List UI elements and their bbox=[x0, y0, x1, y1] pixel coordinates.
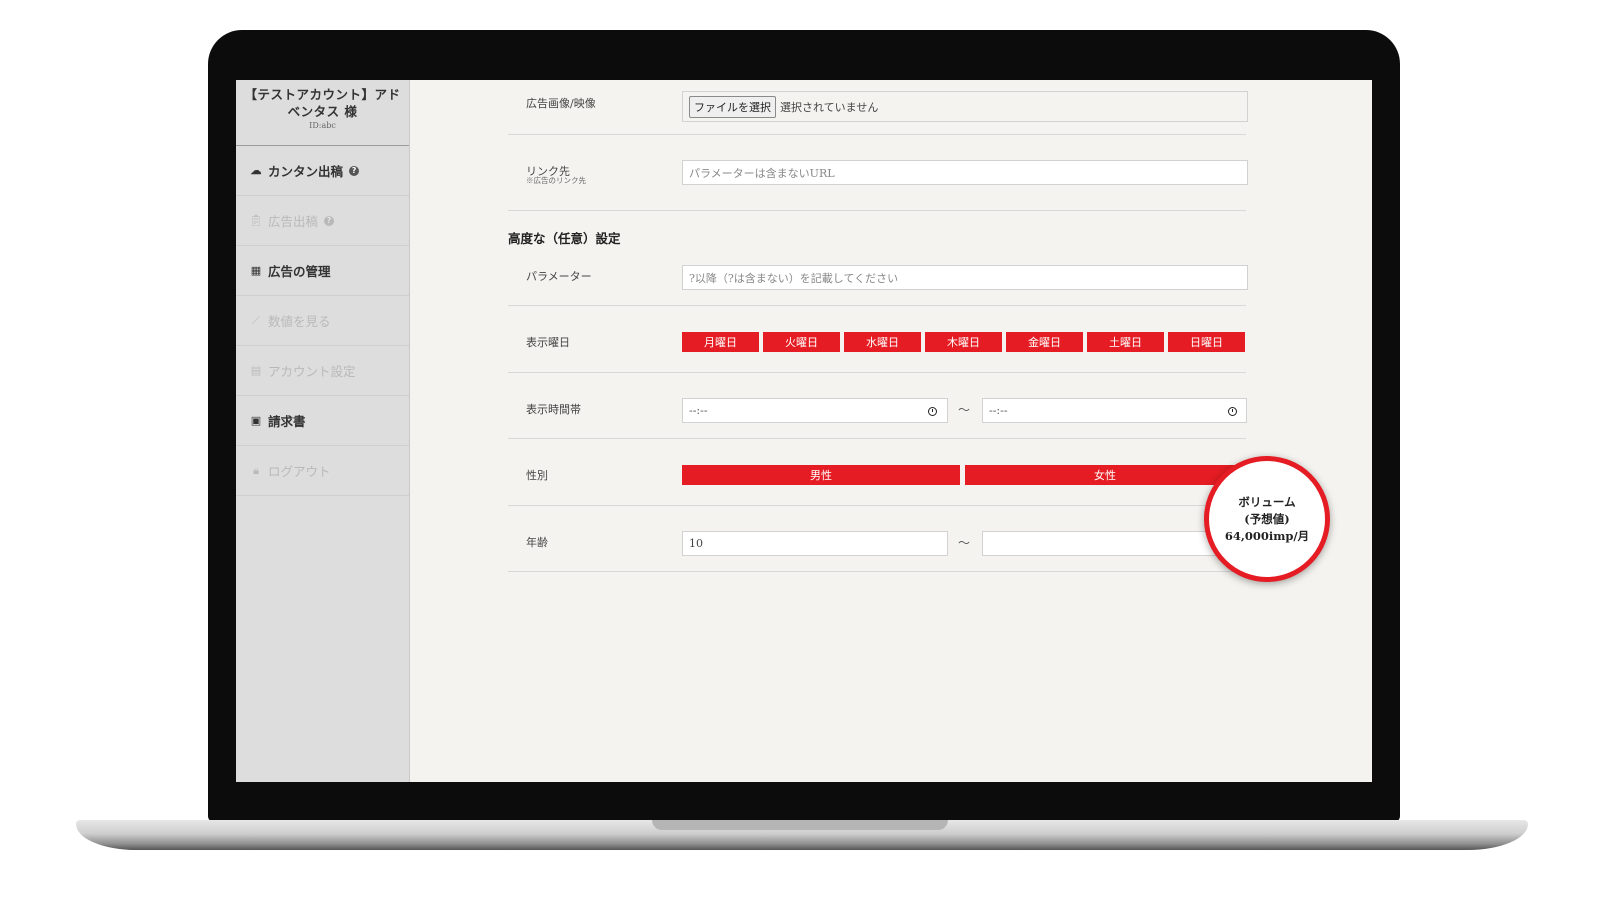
gender-button-male[interactable]: 男性 bbox=[682, 465, 960, 485]
ad-image-label: 広告画像/映像 bbox=[526, 97, 596, 110]
file-input[interactable]: ファイルを選択 選択されていません bbox=[682, 91, 1248, 122]
cloud-upload-icon: ☁ bbox=[250, 164, 262, 177]
volume-estimate-badge: ボリューム (予想値) 64,000imp/月 bbox=[1204, 456, 1330, 582]
time-start-input[interactable]: --:-- bbox=[682, 398, 948, 423]
link-sublabel: ※広告のリンク先 bbox=[526, 176, 586, 185]
time-label: 表示時間帯 bbox=[526, 403, 581, 416]
days-label: 表示曜日 bbox=[526, 336, 570, 349]
chart-icon: ⟋ bbox=[252, 313, 260, 327]
sidebar-item-label: 広告出稿 bbox=[268, 214, 319, 229]
main-content: 広告画像/映像 ファイルを選択 選択されていません リンク先 ※広告のリンク先 … bbox=[410, 80, 1372, 782]
params-row: パラメーター ?以降（?は含まない）を記載してください bbox=[508, 252, 1248, 306]
account-id: ID:abc bbox=[309, 121, 336, 130]
link-input[interactable]: パラメーターは含まないURL bbox=[682, 160, 1248, 185]
gender-button-female[interactable]: 女性 bbox=[965, 465, 1245, 485]
sidebar-item-logout: 🔒︎ ログアウト bbox=[236, 446, 409, 496]
gender-label: 性別 bbox=[526, 469, 548, 482]
day-button-wed[interactable]: 水曜日 bbox=[844, 332, 921, 352]
params-label: パラメーター bbox=[526, 270, 592, 283]
day-button-fri[interactable]: 金曜日 bbox=[1006, 332, 1083, 352]
sidebar-item-label: カンタン出稿 bbox=[268, 164, 344, 179]
sidebar-item-label: 請求書 bbox=[268, 414, 306, 429]
sidebar-item-ad-management[interactable]: ▦ 広告の管理 bbox=[236, 246, 409, 296]
calendar-icon: ▦ bbox=[250, 264, 262, 277]
time-end-input[interactable]: --:-- bbox=[982, 398, 1247, 423]
age-label: 年齢 bbox=[526, 536, 548, 549]
sidebar-item-label: ログアウト bbox=[268, 464, 331, 479]
link-row: リンク先 ※広告のリンク先 パラメーターは含まないURL bbox=[508, 134, 1248, 211]
time-row: 表示時間帯 --:-- 〜 --:-- bbox=[508, 372, 1247, 439]
day-button-thu[interactable]: 木曜日 bbox=[925, 332, 1002, 352]
sidebar-item-account-settings: ▤ アカウント設定 bbox=[236, 346, 409, 396]
ad-image-row: 広告画像/映像 ファイルを選択 選択されていません bbox=[508, 80, 1248, 135]
sidebar-item-stats: ⟋ 数値を見る bbox=[236, 296, 409, 346]
sidebar-item-easy-post[interactable]: ☁ カンタン出稿 ? bbox=[236, 146, 409, 196]
screen: 【テストアカウント】アドベンタス 様 ID:abc ☁ カンタン出稿 ? 📋︎ … bbox=[236, 80, 1372, 782]
advanced-settings-title: 高度な（任意）設定 bbox=[508, 231, 621, 246]
account-header: 【テストアカウント】アドベンタス 様 ID:abc bbox=[236, 80, 409, 146]
sidebar-item-label: アカウント設定 bbox=[268, 364, 356, 379]
account-name: 【テストアカウント】アドベンタス 様 bbox=[244, 87, 401, 119]
help-icon: ? bbox=[324, 215, 335, 226]
volume-title: ボリューム bbox=[1238, 494, 1296, 509]
file-status: 選択されていません bbox=[780, 100, 879, 114]
clock-icon[interactable] bbox=[928, 407, 937, 416]
volume-value: 64,000imp/月 bbox=[1224, 528, 1310, 543]
laptop-notch bbox=[652, 820, 948, 830]
sidebar-item-ad-post: 📋︎ 広告出稿 ? bbox=[236, 196, 409, 246]
help-icon[interactable]: ? bbox=[349, 165, 360, 176]
clipboard-icon: 📋︎ bbox=[249, 214, 263, 227]
time-separator: 〜 bbox=[958, 403, 971, 417]
clock-icon[interactable] bbox=[1228, 407, 1237, 416]
volume-subtitle: (予想値) bbox=[1244, 511, 1290, 526]
lock-icon: 🔒︎ bbox=[253, 463, 259, 477]
age-separator: 〜 bbox=[958, 536, 971, 550]
inbox-icon: ▣ bbox=[250, 414, 262, 427]
sidebar-item-invoice[interactable]: ▣ 請求書 bbox=[236, 396, 409, 446]
age-min-input[interactable]: 10 bbox=[682, 531, 948, 556]
id-card-icon: ▤ bbox=[250, 364, 262, 377]
params-input[interactable]: ?以降（?は含まない）を記載してください bbox=[682, 265, 1248, 290]
day-button-sat[interactable]: 土曜日 bbox=[1087, 332, 1164, 352]
day-button-sun[interactable]: 日曜日 bbox=[1168, 332, 1245, 352]
sidebar-item-label: 広告の管理 bbox=[268, 264, 331, 279]
day-button-tue[interactable]: 火曜日 bbox=[763, 332, 840, 352]
choose-file-button[interactable]: ファイルを選択 bbox=[689, 95, 776, 118]
sidebar: 【テストアカウント】アドベンタス 様 ID:abc ☁ カンタン出稿 ? 📋︎ … bbox=[236, 80, 410, 782]
age-row: 年齢 10 〜 bbox=[508, 505, 1247, 572]
sidebar-item-label: 数値を見る bbox=[268, 314, 331, 329]
day-button-mon[interactable]: 月曜日 bbox=[682, 332, 759, 352]
